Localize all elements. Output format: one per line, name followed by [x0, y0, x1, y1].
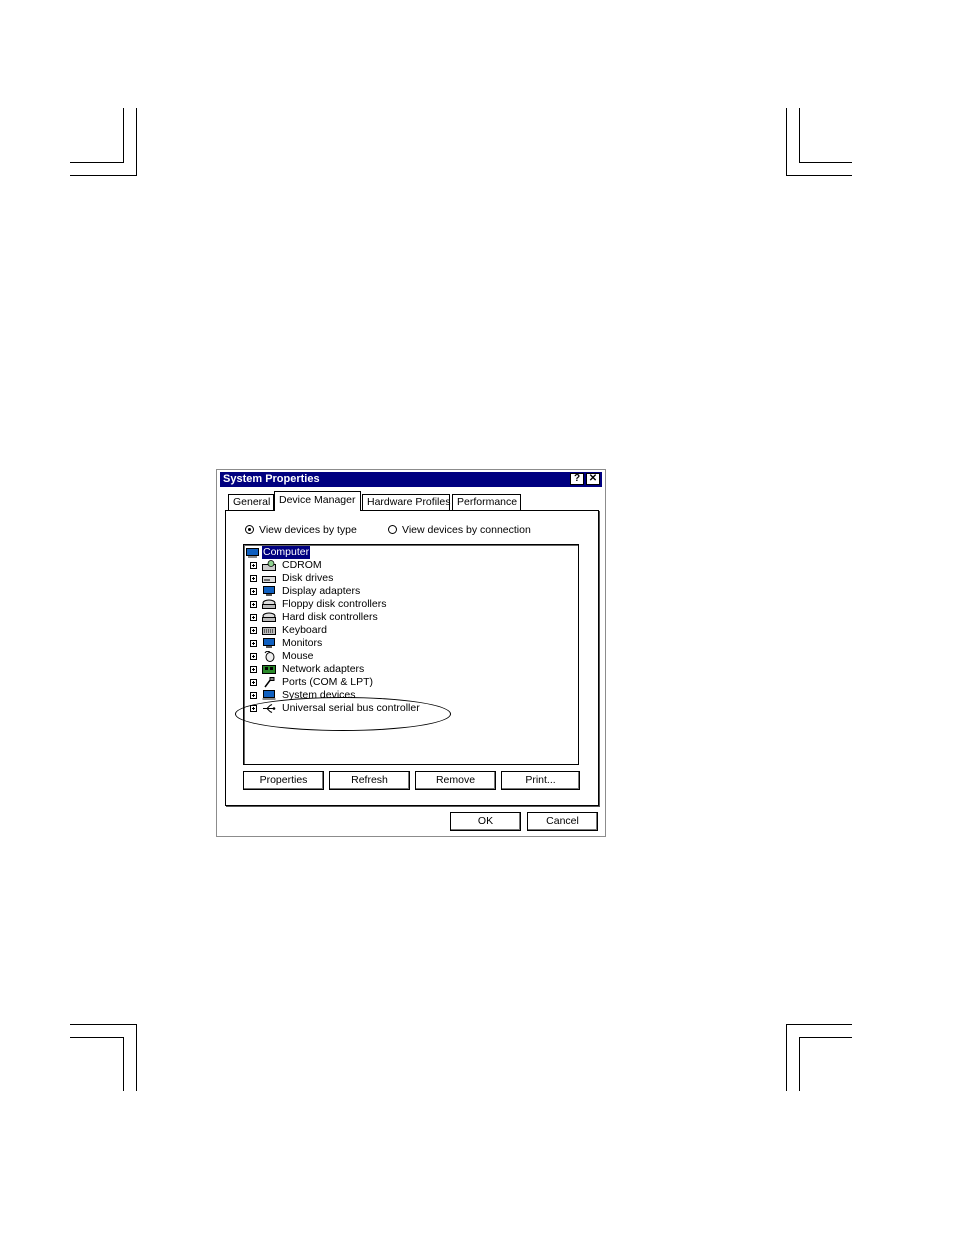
- tree-item-floppy-disk-controllers[interactable]: Floppy disk controllers: [244, 598, 444, 611]
- floppy-controller-icon: [262, 599, 276, 609]
- ok-button[interactable]: OK: [450, 812, 521, 831]
- monitor-icon: [263, 638, 275, 648]
- tree-item-label: Network adapters: [282, 663, 365, 675]
- tree-item-label: Disk drives: [282, 572, 334, 584]
- print-button[interactable]: Print...: [501, 771, 580, 790]
- tree-root-label: Computer: [262, 546, 311, 559]
- hard-disk-controller-icon: [262, 612, 276, 622]
- expand-icon[interactable]: [250, 562, 257, 569]
- tree-item-label: Ports (COM & LPT): [282, 676, 374, 688]
- tree-item-hard-disk-controllers[interactable]: Hard disk controllers: [244, 611, 444, 624]
- system-device-icon: [262, 690, 276, 700]
- tree-item-label: CDROM: [282, 559, 322, 571]
- view-by-connection-label: View devices by connection: [402, 524, 531, 536]
- tree-item-label: System devices: [282, 689, 356, 701]
- view-by-connection-option[interactable]: View devices by connection: [388, 524, 531, 536]
- tree-item-monitors[interactable]: Monitors: [244, 637, 444, 650]
- tree-item-label: Display adapters: [282, 585, 361, 597]
- tree-item-label: Universal serial bus controller: [282, 702, 420, 714]
- port-icon: [264, 677, 275, 688]
- expand-icon[interactable]: [250, 692, 257, 699]
- tree-item-display-adapters[interactable]: Display adapters: [244, 585, 444, 598]
- expand-icon[interactable]: [250, 679, 257, 686]
- tree-item-label: Hard disk controllers: [282, 611, 378, 623]
- expand-icon[interactable]: [250, 588, 257, 595]
- tab-hardware-profiles[interactable]: Hardware Profiles: [362, 494, 450, 510]
- tab-performance[interactable]: Performance: [452, 494, 521, 510]
- tree-item-disk-drives[interactable]: Disk drives: [244, 572, 444, 585]
- network-adapter-icon: [262, 665, 276, 674]
- properties-button[interactable]: Properties: [243, 771, 324, 790]
- tree-item-usb-controller[interactable]: Universal serial bus controller: [244, 702, 464, 715]
- expand-icon[interactable]: [250, 575, 257, 582]
- tree-item-label: Floppy disk controllers: [282, 598, 387, 610]
- tree-item-keyboard[interactable]: Keyboard: [244, 624, 444, 637]
- display-adapter-icon: [263, 586, 275, 596]
- disk-drive-icon: [262, 576, 276, 583]
- close-button[interactable]: ✕: [586, 473, 600, 485]
- expand-icon[interactable]: [250, 653, 257, 660]
- expand-icon[interactable]: [250, 627, 257, 634]
- tab-general[interactable]: General: [228, 494, 274, 510]
- tree-item-label: Mouse: [282, 650, 314, 662]
- computer-icon: [246, 548, 259, 558]
- tree-item-label: Keyboard: [282, 624, 327, 636]
- system-properties-dialog: System Properties ? ✕ General Device Man…: [216, 469, 606, 837]
- tree-item-ports[interactable]: Ports (COM & LPT): [244, 676, 444, 689]
- radio-selected-icon: [245, 525, 254, 534]
- view-by-type-label: View devices by type: [259, 524, 357, 536]
- remove-button[interactable]: Remove: [415, 771, 496, 790]
- cancel-button[interactable]: Cancel: [527, 812, 598, 831]
- window-title: System Properties: [223, 473, 320, 485]
- expand-icon[interactable]: [250, 614, 257, 621]
- help-button[interactable]: ?: [570, 473, 584, 485]
- radio-unselected-icon: [388, 525, 397, 534]
- usb-icon: [263, 704, 276, 713]
- expand-icon[interactable]: [250, 666, 257, 673]
- title-bar[interactable]: System Properties ? ✕: [220, 472, 602, 487]
- device-tree[interactable]: Computer CDROM Disk drives Display adapt…: [243, 544, 579, 765]
- cdrom-icon: [262, 560, 276, 571]
- mouse-icon: [264, 651, 275, 662]
- tree-item-mouse[interactable]: Mouse: [244, 650, 444, 663]
- keyboard-icon: [262, 627, 276, 635]
- tree-item-network-adapters[interactable]: Network adapters: [244, 663, 444, 676]
- tree-root-computer[interactable]: Computer: [244, 546, 344, 559]
- tree-item-label: Monitors: [282, 637, 323, 649]
- view-by-type-option[interactable]: View devices by type: [245, 524, 357, 536]
- tree-item-cdrom[interactable]: CDROM: [244, 559, 444, 572]
- refresh-button[interactable]: Refresh: [329, 771, 410, 790]
- tree-item-system-devices[interactable]: System devices: [244, 689, 444, 702]
- expand-icon[interactable]: [250, 601, 257, 608]
- tab-device-manager[interactable]: Device Manager: [274, 491, 361, 511]
- expand-icon[interactable]: [250, 640, 257, 647]
- expand-icon[interactable]: [250, 705, 257, 712]
